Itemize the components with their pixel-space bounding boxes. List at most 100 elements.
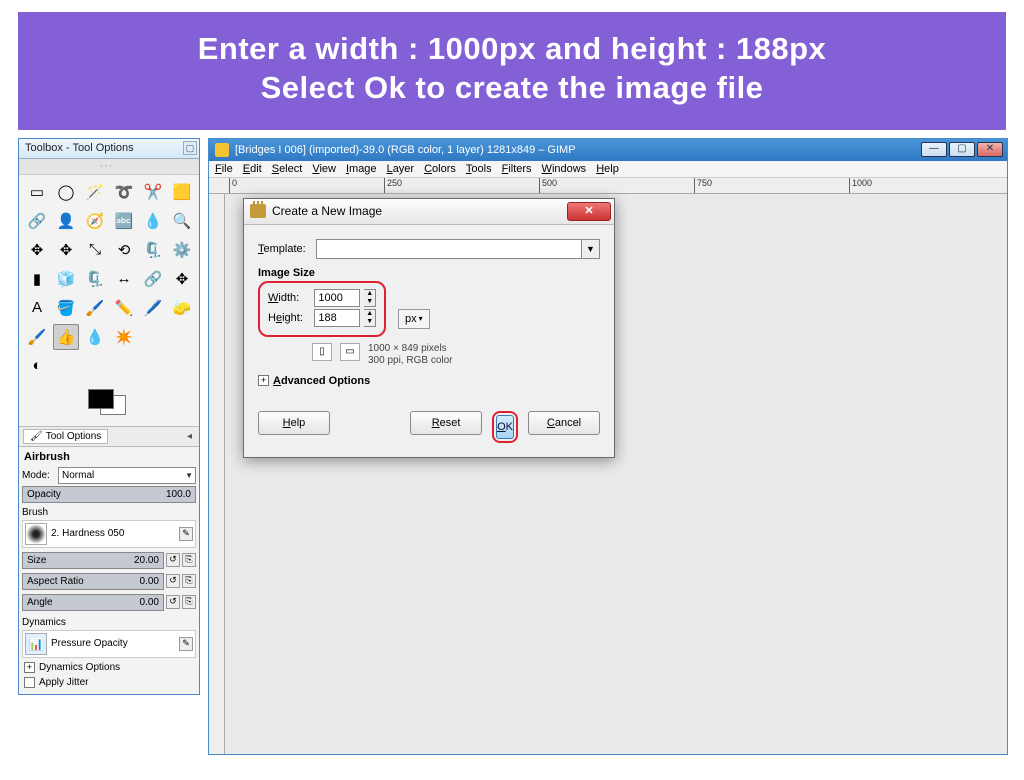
tool-34[interactable] — [140, 324, 166, 350]
ok-highlight: OK — [492, 411, 518, 443]
toolbox-grip[interactable] — [19, 159, 199, 175]
dynamics-selector[interactable]: 📊 Pressure Opacity ✎ — [22, 630, 196, 658]
tool-35[interactable] — [169, 324, 195, 350]
ok-button[interactable]: OK — [496, 415, 514, 439]
brush-selector[interactable]: 2. Hardness 050 ✎ — [22, 520, 196, 548]
window-maximize-button[interactable]: ▢ — [949, 142, 975, 157]
tool-17[interactable]: ⚙️ — [169, 237, 195, 263]
angle-link-icon[interactable]: ⎘ — [182, 595, 196, 609]
help-button[interactable]: Help — [258, 411, 330, 435]
tab-menu-arrow-icon[interactable]: ◂ — [184, 431, 195, 442]
apply-jitter-checkbox[interactable]: Apply Jitter — [22, 675, 196, 690]
tool-8[interactable]: 🧭 — [82, 208, 108, 234]
tool-11[interactable]: 🔍 — [169, 208, 195, 234]
mode-combo[interactable]: Normal▼ — [58, 467, 196, 484]
tool-20[interactable]: 🗜️ — [82, 266, 108, 292]
tool-options-tab[interactable]: 🖌Tool Options — [23, 429, 108, 444]
height-input[interactable] — [314, 309, 360, 327]
window-close-button[interactable]: ✕ — [977, 142, 1003, 157]
vertical-ruler[interactable] — [209, 194, 225, 754]
tool-9[interactable]: 🔤 — [111, 208, 137, 234]
reset-button[interactable]: Reset — [410, 411, 482, 435]
size-reset-icon[interactable]: ↺ — [166, 553, 180, 567]
canvas[interactable]: Create a New Image ✕ Template: ▼ Image S… — [225, 194, 1007, 754]
tool-21[interactable]: ↔ — [111, 266, 137, 292]
toolbox-min-button[interactable]: ▢ — [183, 141, 197, 155]
dialog-close-button[interactable]: ✕ — [567, 202, 611, 221]
tool-26[interactable]: 🖌️ — [82, 295, 108, 321]
landscape-icon[interactable]: ▭ — [340, 343, 360, 361]
fg-color-swatch[interactable] — [88, 389, 114, 409]
dialog-titlebar[interactable]: Create a New Image ✕ — [244, 199, 614, 225]
cancel-button[interactable]: Cancel — [528, 411, 600, 435]
height-label: Height: — [268, 312, 310, 324]
tool-12[interactable]: ✥ — [24, 237, 50, 263]
brush-edit-icon[interactable]: ✎ — [179, 527, 193, 541]
menu-view[interactable]: View — [312, 163, 336, 175]
width-spinner[interactable]: ▲▼ — [364, 289, 376, 307]
tool-27[interactable]: ✏️ — [111, 295, 137, 321]
tool-25[interactable]: 🪣 — [53, 295, 79, 321]
aspect-slider[interactable]: Aspect Ratio0.00 — [22, 573, 164, 590]
tool-13[interactable]: ✥ — [53, 237, 79, 263]
angle-slider[interactable]: Angle0.00 — [22, 594, 164, 611]
gimp-title: [Bridges I 006] (imported)-39.0 (RGB col… — [235, 144, 921, 156]
tool-36[interactable]: ◐ — [24, 353, 50, 379]
toolbox-titlebar[interactable]: Toolbox - Tool Options ▢ — [19, 139, 199, 159]
color-swatches[interactable] — [19, 383, 199, 426]
portrait-icon[interactable]: ▯ — [312, 343, 332, 361]
tool-28[interactable]: 🖊️ — [140, 295, 166, 321]
angle-reset-icon[interactable]: ↺ — [166, 595, 180, 609]
menu-edit[interactable]: Edit — [243, 163, 262, 175]
tool-3[interactable]: ➰ — [111, 179, 137, 205]
tool-30[interactable]: 🖌️ — [24, 324, 50, 350]
tool-6[interactable]: 🔗 — [24, 208, 50, 234]
aspect-reset-icon[interactable]: ↺ — [166, 574, 180, 588]
tool-37[interactable] — [53, 353, 79, 379]
tool-4[interactable]: ✂️ — [140, 179, 166, 205]
menu-select[interactable]: Select — [272, 163, 303, 175]
size-slider[interactable]: Size20.00 — [22, 552, 164, 569]
ruler-tick: 500 — [539, 178, 557, 194]
menu-colors[interactable]: Colors — [424, 163, 456, 175]
size-link-icon[interactable]: ⎘ — [182, 553, 196, 567]
tool-14[interactable]: ⤡ — [82, 237, 108, 263]
opacity-slider[interactable]: Opacity100.0 — [22, 486, 196, 503]
tool-33[interactable]: ✴️ — [111, 324, 137, 350]
menu-layer[interactable]: Layer — [387, 163, 415, 175]
tool-10[interactable]: 💧 — [140, 208, 166, 234]
menu-image[interactable]: Image — [346, 163, 377, 175]
window-minimize-button[interactable]: — — [921, 142, 947, 157]
height-spinner[interactable]: ▲▼ — [364, 309, 376, 327]
dynamics-options-expander[interactable]: +Dynamics Options — [22, 660, 196, 675]
tool-29[interactable]: 🧽 — [169, 295, 195, 321]
unit-selector[interactable]: px▾ — [398, 309, 430, 329]
template-combo[interactable]: ▼ — [316, 239, 600, 259]
menu-tools[interactable]: Tools — [466, 163, 492, 175]
horizontal-ruler[interactable]: 02505007501000 — [209, 178, 1007, 194]
width-input[interactable] — [314, 289, 360, 307]
tool-18[interactable]: ▮ — [24, 266, 50, 292]
dynamics-edit-icon[interactable]: ✎ — [179, 637, 193, 651]
gimp-titlebar[interactable]: [Bridges I 006] (imported)-39.0 (RGB col… — [209, 139, 1007, 161]
tool-19[interactable]: 🧊 — [53, 266, 79, 292]
tool-7[interactable]: 👤 — [53, 208, 79, 234]
tool-31[interactable]: 👍 — [53, 324, 79, 350]
tool-15[interactable]: ⟲ — [111, 237, 137, 263]
tool-22[interactable]: 🔗 — [140, 266, 166, 292]
menu-help[interactable]: Help — [596, 163, 619, 175]
tool-23[interactable]: ✥ — [169, 266, 195, 292]
tool-16[interactable]: 🗜️ — [140, 237, 166, 263]
advanced-options-expander[interactable]: +Advanced Options — [258, 375, 600, 387]
tool-5[interactable]: 🟨 — [169, 179, 195, 205]
tool-2[interactable]: 🪄 — [82, 179, 108, 205]
tool-38[interactable] — [82, 353, 108, 379]
menu-windows[interactable]: Windows — [542, 163, 587, 175]
tool-32[interactable]: 💧 — [82, 324, 108, 350]
tool-1[interactable]: ◯ — [53, 179, 79, 205]
aspect-link-icon[interactable]: ⎘ — [182, 574, 196, 588]
menu-filters[interactable]: Filters — [502, 163, 532, 175]
tool-0[interactable]: ▭ — [24, 179, 50, 205]
tool-24[interactable]: A — [24, 295, 50, 321]
menu-file[interactable]: File — [215, 163, 233, 175]
